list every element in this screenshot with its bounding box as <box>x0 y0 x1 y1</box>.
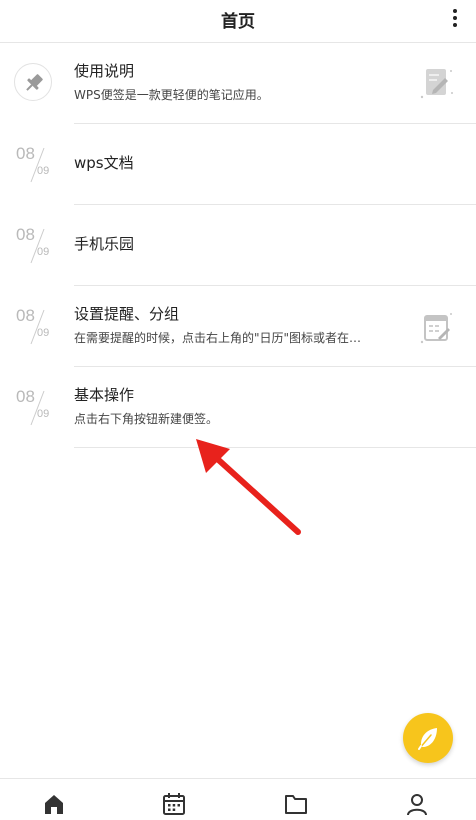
note-preview: 点击右下角按钮新建便签。 <box>74 412 219 426</box>
folder-icon[interactable] <box>283 791 309 817</box>
note-date: 08 09 <box>16 225 56 265</box>
note-title: wps文档 <box>74 154 134 172</box>
note-date: 08 09 <box>16 387 56 427</box>
note-item-phone-park[interactable]: 08 09 手机乐园 <box>0 205 476 286</box>
note-month: 08 <box>16 387 35 406</box>
note-title: 基本操作 <box>74 386 135 404</box>
note-item-wps[interactable]: 08 09 wps文档 <box>0 124 476 205</box>
note-date: 08 09 <box>16 306 56 346</box>
note-day: 09 <box>37 327 50 339</box>
feather-icon <box>418 728 437 750</box>
note-month: 08 <box>16 144 35 163</box>
home-icon[interactable] <box>41 791 67 817</box>
pin-icon <box>14 63 52 101</box>
top-bar: 首页 <box>0 0 476 43</box>
note-preview: 在需要提醒的时候，点击右上角的"日历"图标或者在… <box>74 331 362 345</box>
note-item-usage[interactable]: 使用说明 WPS便签是一款更轻便的笔记应用。 <box>0 43 476 124</box>
calendar-icon[interactable] <box>161 791 187 817</box>
note-day: 09 <box>37 246 50 258</box>
more-vertical-icon[interactable] <box>448 7 462 31</box>
note-preview: WPS便签是一款更轻便的笔记应用。 <box>74 88 269 102</box>
note-title: 设置提醒、分组 <box>74 305 180 323</box>
red-arrow-icon <box>190 435 306 543</box>
note-day: 09 <box>37 165 50 177</box>
user-icon[interactable] <box>404 791 430 817</box>
note-month: 08 <box>16 225 35 244</box>
note-date: 08 09 <box>16 144 56 184</box>
new-note-button[interactable] <box>403 713 453 763</box>
page-title: 首页 <box>221 12 255 32</box>
note-day: 09 <box>37 408 50 420</box>
note-item-reminder[interactable]: 08 09 设置提醒、分组 在需要提醒的时候，点击右上角的"日历"图标或者在… <box>0 286 476 367</box>
note-month: 08 <box>16 306 35 325</box>
note-list: 使用说明 WPS便签是一款更轻便的笔记应用。 08 09 wps文档 08 09… <box>0 43 476 448</box>
bottom-nav <box>0 778 476 820</box>
note-edit-icon <box>416 63 456 103</box>
calendar-note-icon <box>416 308 456 348</box>
note-title: 使用说明 <box>74 62 135 80</box>
note-title: 手机乐园 <box>74 235 135 253</box>
app-screen: 首页 使用说明 WPS便签是一款更轻便的笔记应用。 08 09 wps文档 08… <box>0 0 476 820</box>
